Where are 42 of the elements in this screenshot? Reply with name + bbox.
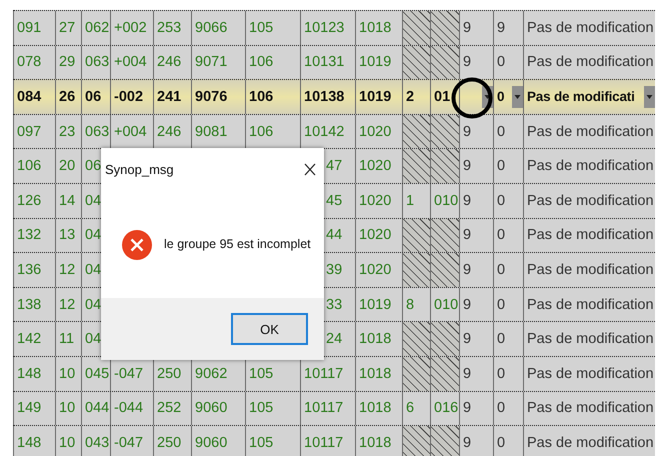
table-cell: -047 bbox=[110, 426, 153, 456]
hatched-cell bbox=[402, 253, 430, 287]
table-cell: 043 bbox=[81, 426, 110, 456]
table-cell: 0 bbox=[493, 426, 523, 456]
table-cell: 10 bbox=[55, 426, 81, 456]
hatched-cell bbox=[402, 11, 430, 45]
hatched-cell bbox=[430, 46, 459, 80]
table-row[interactable]: 084 26 06 -002 241 9076 106 10138 1019 2 01 0 Pas de modificati bbox=[13, 79, 655, 114]
hatched-cell bbox=[430, 218, 459, 252]
circle-mark bbox=[451, 77, 493, 119]
hatched-cell bbox=[402, 356, 430, 391]
table-cell: Pas de modification bbox=[523, 426, 655, 456]
table-cell: 105 bbox=[245, 426, 300, 456]
hatched-cell bbox=[430, 11, 459, 45]
table-cell: 250 bbox=[153, 426, 191, 456]
hatched-cell bbox=[402, 114, 430, 148]
hatched-cell bbox=[430, 114, 459, 148]
table-cell: 148 bbox=[13, 426, 55, 456]
table-row[interactable]: 148 10 043 -047 250 9060 105 10117 1018 9 0 Pas de modification bbox=[13, 425, 655, 456]
hatched-cell bbox=[402, 149, 430, 183]
table-cell: 9060 bbox=[191, 426, 245, 456]
hatched-cell bbox=[430, 149, 459, 183]
ok-button[interactable]: OK bbox=[231, 313, 308, 345]
dropdown-field[interactable]: 0 bbox=[497, 84, 523, 109]
dropdown-field[interactable]: Pas de modificati bbox=[527, 84, 655, 109]
table-row[interactable]: 078 29 063 +004 246 9071 106 10131 1019 9 0 Pas de modification bbox=[13, 44, 655, 80]
table-row[interactable]: 149 10 044 -044 252 9060 105 10117 1018 6 016 9 0 Pas de modification bbox=[13, 390, 655, 426]
hatched-cell bbox=[402, 426, 430, 456]
table-cell: 10117 bbox=[300, 426, 355, 456]
hatched-cell bbox=[402, 322, 430, 356]
table-cell: 9 bbox=[459, 426, 493, 456]
table-row[interactable]: 097 23 063 +004 246 9081 106 10142 1020 9 0 Pas de modification bbox=[13, 114, 655, 148]
close-icon[interactable] bbox=[304, 162, 316, 176]
hatched-cell bbox=[402, 46, 430, 80]
hatched-cell bbox=[430, 426, 459, 456]
hatched-cell bbox=[430, 356, 459, 391]
hatched-cell bbox=[430, 322, 459, 356]
table-row[interactable]: 148 10 045 -047 250 9062 105 10117 1018 9 0 Pas de modification bbox=[13, 356, 655, 391]
table-row[interactable]: 091 27 062 +002 253 9066 105 10123 1018 9 9 Pas de modification bbox=[13, 10, 655, 45]
hatched-cell bbox=[402, 218, 430, 252]
error-icon bbox=[122, 230, 152, 260]
hatched-cell bbox=[430, 253, 459, 287]
